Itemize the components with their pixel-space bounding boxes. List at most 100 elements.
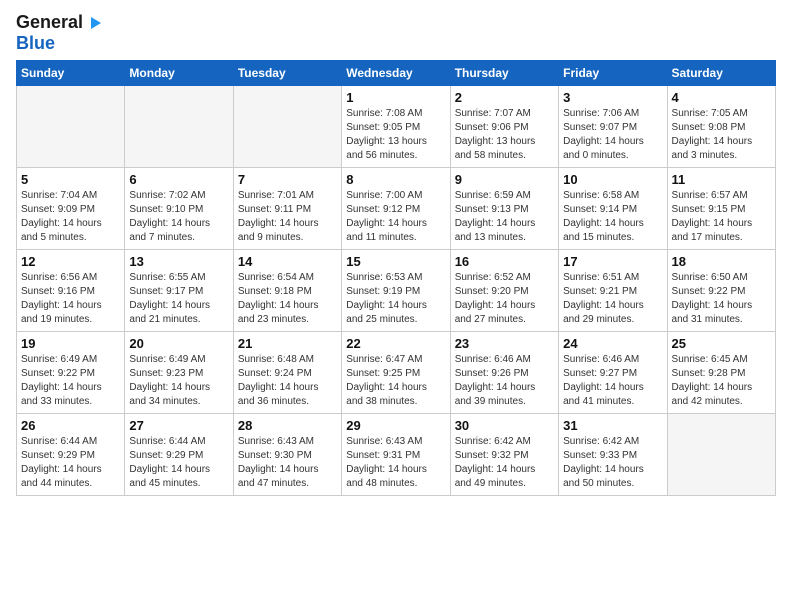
calendar-table: SundayMondayTuesdayWednesdayThursdayFrid…: [16, 60, 776, 496]
calendar-cell: 14 Sunrise: 6:54 AM Sunset: 9:18 PM Dayli…: [233, 250, 341, 332]
calendar-cell: 3 Sunrise: 7:06 AM Sunset: 9:07 PM Daylig…: [559, 86, 667, 168]
calendar-week-row: 26Sunrise: 6:44 AM Sunset: 9:29 PM Dayli…: [17, 414, 776, 496]
day-number: 18: [672, 254, 771, 269]
day-info: Sunrise: 7:04 AM Sunset: 9:09 PM Dayligh…: [21, 189, 120, 245]
day-number: 31: [563, 418, 662, 433]
day-info: Sunrise: 6:59 AM Sunset: 9:13 PM Dayligh…: [455, 189, 554, 245]
calendar-cell: 26Sunrise: 6:44 AM Sunset: 9:29 PM Dayli…: [17, 414, 125, 496]
day-info: Sunrise: 6:44 AM Sunset: 9:29 PM Dayligh…: [129, 435, 228, 491]
logo-arrow-icon: [87, 14, 105, 32]
day-number: 11: [672, 172, 771, 187]
day-info: Sunrise: 7:01 AM Sunset: 9:11 PM Dayligh…: [238, 189, 337, 245]
calendar-cell: 25Sunrise: 6:45 AM Sunset: 9:28 PM Dayli…: [667, 332, 775, 414]
day-info: Sunrise: 7:06 AM Sunset: 9:07 PM Dayligh…: [563, 107, 662, 163]
weekday-header-thursday: Thursday: [450, 61, 558, 86]
day-number: 12: [21, 254, 120, 269]
day-number: 21: [238, 336, 337, 351]
day-info: Sunrise: 6:42 AM Sunset: 9:32 PM Dayligh…: [455, 435, 554, 491]
day-info: Sunrise: 6:49 AM Sunset: 9:22 PM Dayligh…: [21, 353, 120, 409]
calendar-cell: 23 Sunrise: 6:46 AM Sunset: 9:26 PM Dayli…: [450, 332, 558, 414]
calendar-week-row: 12 Sunrise: 6:56 AM Sunset: 9:16 PM Dayli…: [17, 250, 776, 332]
day-number: 3: [563, 90, 662, 105]
day-number: 16: [455, 254, 554, 269]
page: General Blue SundayMondayTuesdayWednesda…: [0, 0, 792, 612]
calendar-cell: 30 Sunrise: 6:42 AM Sunset: 9:32 PM Dayli…: [450, 414, 558, 496]
weekday-header-row: SundayMondayTuesdayWednesdayThursdayFrid…: [17, 61, 776, 86]
logo: General Blue: [16, 12, 105, 54]
calendar-cell: 27Sunrise: 6:44 AM Sunset: 9:29 PM Dayli…: [125, 414, 233, 496]
day-number: 29: [346, 418, 445, 433]
day-number: 15: [346, 254, 445, 269]
day-info: Sunrise: 6:47 AM Sunset: 9:25 PM Dayligh…: [346, 353, 445, 409]
calendar-cell: 9Sunrise: 6:59 AM Sunset: 9:13 PM Daylig…: [450, 168, 558, 250]
day-info: Sunrise: 6:55 AM Sunset: 9:17 PM Dayligh…: [129, 271, 228, 327]
calendar-cell: 5 Sunrise: 7:04 AM Sunset: 9:09 PM Daylig…: [17, 168, 125, 250]
calendar-cell: 7 Sunrise: 7:01 AM Sunset: 9:11 PM Daylig…: [233, 168, 341, 250]
weekday-header-wednesday: Wednesday: [342, 61, 450, 86]
calendar-cell: 19 Sunrise: 6:49 AM Sunset: 9:22 PM Dayli…: [17, 332, 125, 414]
calendar-header: SundayMondayTuesdayWednesdayThursdayFrid…: [17, 61, 776, 86]
day-info: Sunrise: 6:52 AM Sunset: 9:20 PM Dayligh…: [455, 271, 554, 327]
day-info: Sunrise: 6:43 AM Sunset: 9:31 PM Dayligh…: [346, 435, 445, 491]
weekday-header-monday: Monday: [125, 61, 233, 86]
calendar-cell: 10 Sunrise: 6:58 AM Sunset: 9:14 PM Dayli…: [559, 168, 667, 250]
day-info: Sunrise: 6:58 AM Sunset: 9:14 PM Dayligh…: [563, 189, 662, 245]
day-number: 17: [563, 254, 662, 269]
day-number: 22: [346, 336, 445, 351]
day-number: 19: [21, 336, 120, 351]
day-info: Sunrise: 6:44 AM Sunset: 9:29 PM Dayligh…: [21, 435, 120, 491]
day-info: Sunrise: 6:51 AM Sunset: 9:21 PM Dayligh…: [563, 271, 662, 327]
calendar-cell: [125, 86, 233, 168]
day-number: 2: [455, 90, 554, 105]
day-info: Sunrise: 6:48 AM Sunset: 9:24 PM Dayligh…: [238, 353, 337, 409]
day-info: Sunrise: 6:56 AM Sunset: 9:16 PM Dayligh…: [21, 271, 120, 327]
header: General Blue: [16, 12, 776, 54]
day-info: Sunrise: 6:42 AM Sunset: 9:33 PM Dayligh…: [563, 435, 662, 491]
day-number: 28: [238, 418, 337, 433]
calendar-cell: 28 Sunrise: 6:43 AM Sunset: 9:30 PM Dayli…: [233, 414, 341, 496]
day-number: 20: [129, 336, 228, 351]
calendar-cell: 16 Sunrise: 6:52 AM Sunset: 9:20 PM Dayli…: [450, 250, 558, 332]
weekday-header-saturday: Saturday: [667, 61, 775, 86]
day-info: Sunrise: 6:50 AM Sunset: 9:22 PM Dayligh…: [672, 271, 771, 327]
calendar-cell: 24Sunrise: 6:46 AM Sunset: 9:27 PM Dayli…: [559, 332, 667, 414]
calendar-cell: 18 Sunrise: 6:50 AM Sunset: 9:22 PM Dayli…: [667, 250, 775, 332]
day-info: Sunrise: 6:46 AM Sunset: 9:26 PM Dayligh…: [455, 353, 554, 409]
calendar-cell: [17, 86, 125, 168]
calendar-cell: [667, 414, 775, 496]
day-number: 24: [563, 336, 662, 351]
day-number: 5: [21, 172, 120, 187]
day-info: Sunrise: 6:43 AM Sunset: 9:30 PM Dayligh…: [238, 435, 337, 491]
calendar-body: 1 Sunrise: 7:08 AM Sunset: 9:05 PM Daylig…: [17, 86, 776, 496]
day-number: 10: [563, 172, 662, 187]
calendar-cell: 13 Sunrise: 6:55 AM Sunset: 9:17 PM Dayli…: [125, 250, 233, 332]
day-number: 25: [672, 336, 771, 351]
logo-general-text: General: [16, 12, 83, 33]
calendar-cell: 1 Sunrise: 7:08 AM Sunset: 9:05 PM Daylig…: [342, 86, 450, 168]
day-number: 1: [346, 90, 445, 105]
calendar-cell: 4Sunrise: 7:05 AM Sunset: 9:08 PM Daylig…: [667, 86, 775, 168]
calendar-cell: 15 Sunrise: 6:53 AM Sunset: 9:19 PM Dayli…: [342, 250, 450, 332]
day-info: Sunrise: 6:57 AM Sunset: 9:15 PM Dayligh…: [672, 189, 771, 245]
calendar-cell: 2Sunrise: 7:07 AM Sunset: 9:06 PM Daylig…: [450, 86, 558, 168]
calendar-cell: 6Sunrise: 7:02 AM Sunset: 9:10 PM Daylig…: [125, 168, 233, 250]
calendar-cell: 20 Sunrise: 6:49 AM Sunset: 9:23 PM Dayli…: [125, 332, 233, 414]
day-number: 7: [238, 172, 337, 187]
calendar-cell: 8Sunrise: 7:00 AM Sunset: 9:12 PM Daylig…: [342, 168, 450, 250]
day-info: Sunrise: 6:54 AM Sunset: 9:18 PM Dayligh…: [238, 271, 337, 327]
calendar-cell: 22 Sunrise: 6:47 AM Sunset: 9:25 PM Dayli…: [342, 332, 450, 414]
day-info: Sunrise: 6:49 AM Sunset: 9:23 PM Dayligh…: [129, 353, 228, 409]
calendar-cell: 11 Sunrise: 6:57 AM Sunset: 9:15 PM Dayli…: [667, 168, 775, 250]
calendar-cell: 17 Sunrise: 6:51 AM Sunset: 9:21 PM Dayli…: [559, 250, 667, 332]
day-number: 14: [238, 254, 337, 269]
day-number: 13: [129, 254, 228, 269]
calendar-cell: 31 Sunrise: 6:42 AM Sunset: 9:33 PM Dayli…: [559, 414, 667, 496]
weekday-header-friday: Friday: [559, 61, 667, 86]
day-number: 23: [455, 336, 554, 351]
day-info: Sunrise: 7:08 AM Sunset: 9:05 PM Dayligh…: [346, 107, 445, 163]
day-info: Sunrise: 6:53 AM Sunset: 9:19 PM Dayligh…: [346, 271, 445, 327]
calendar-week-row: 5 Sunrise: 7:04 AM Sunset: 9:09 PM Daylig…: [17, 168, 776, 250]
day-number: 30: [455, 418, 554, 433]
weekday-header-sunday: Sunday: [17, 61, 125, 86]
calendar-week-row: 1 Sunrise: 7:08 AM Sunset: 9:05 PM Daylig…: [17, 86, 776, 168]
